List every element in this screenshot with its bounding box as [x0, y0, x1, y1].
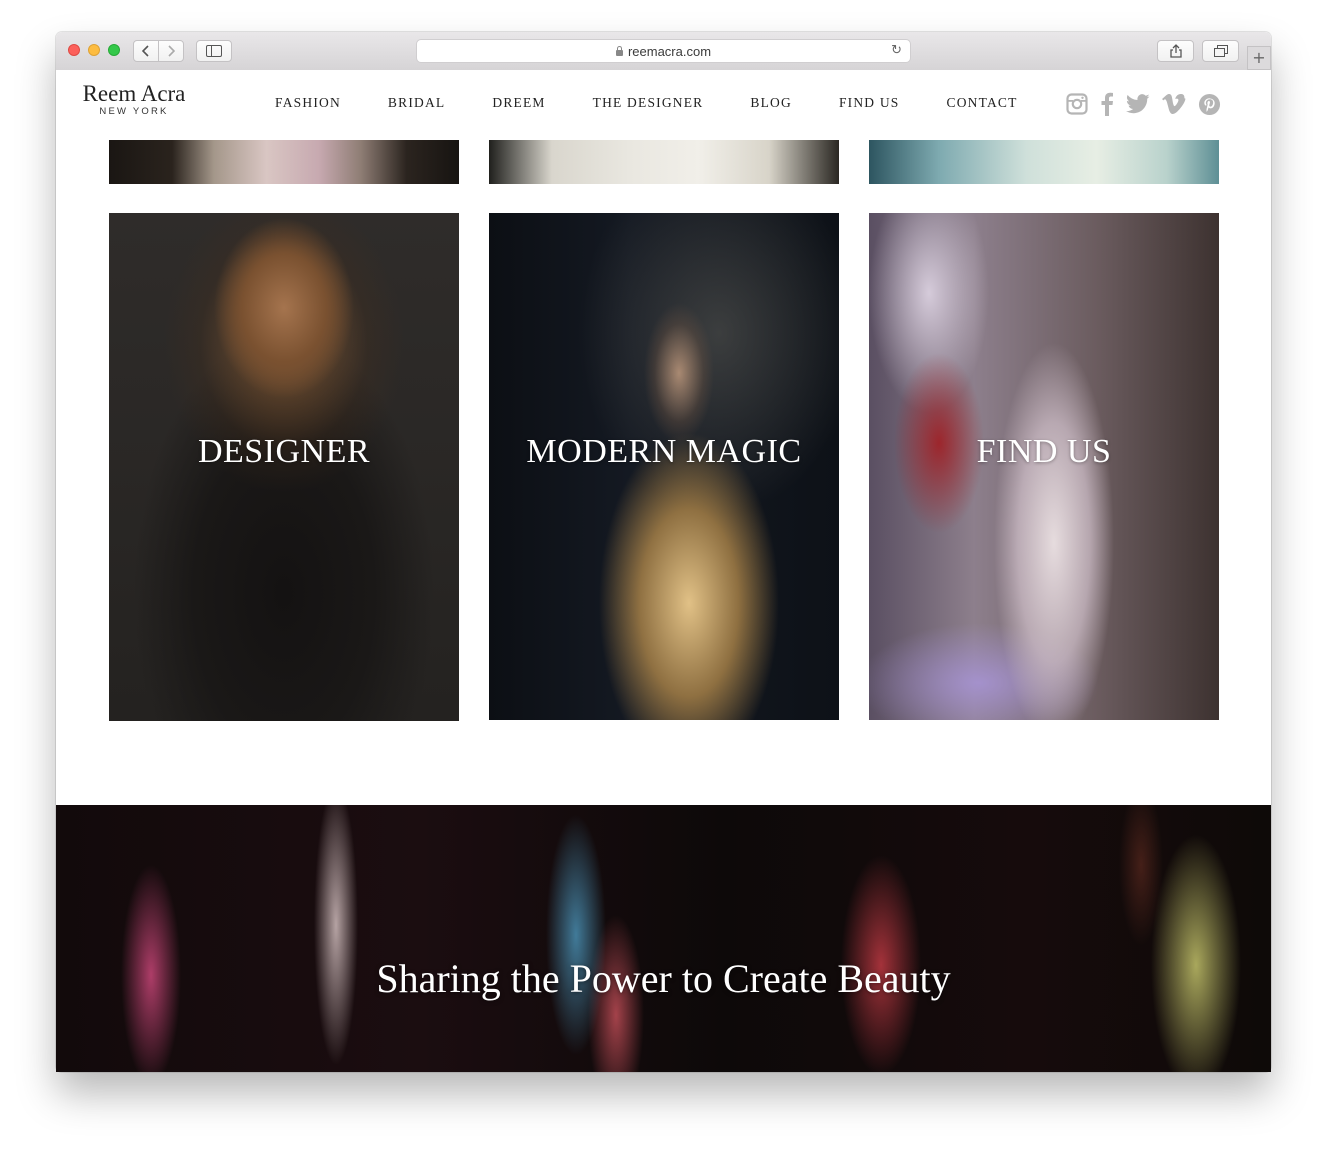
address-url: reemacra.com — [627, 44, 712, 59]
nav-the-designer[interactable]: THE DESIGNER — [593, 95, 704, 111]
find-us-tile[interactable]: FIND US — [869, 213, 1219, 720]
chevron-right-icon — [168, 45, 175, 57]
site-logo[interactable]: Reem Acra NEW YORK — [79, 82, 189, 118]
address-bar[interactable]: reemacra.com ↻ — [416, 39, 911, 63]
sidebar-toggle-button[interactable] — [196, 40, 232, 62]
pinterest-icon[interactable] — [1198, 93, 1221, 116]
lock-icon — [615, 46, 623, 56]
minimize-window-button[interactable] — [88, 44, 100, 56]
designer-tile[interactable]: DESIGNER — [109, 213, 459, 721]
sidebar-icon — [206, 45, 222, 57]
share-icon — [1169, 44, 1182, 58]
site-header: Reem Acra NEW YORK FASHION BRIDAL DREEM … — [56, 70, 1271, 140]
logo-tagline: NEW YORK — [99, 106, 169, 117]
image-tile-top-middle[interactable] — [489, 140, 839, 184]
reload-icon[interactable]: ↻ — [891, 43, 902, 58]
nav-find-us[interactable]: FIND US — [839, 95, 900, 111]
back-button[interactable] — [133, 40, 159, 62]
modern-magic-tile[interactable]: MODERN MAGIC — [489, 213, 839, 720]
zoom-window-button[interactable] — [108, 44, 120, 56]
modern-magic-tile-label: MODERN MAGIC — [526, 433, 802, 470]
vimeo-icon[interactable] — [1162, 94, 1186, 114]
browser-toolbar: reemacra.com ↻ + — [56, 32, 1271, 71]
nav-dreem[interactable]: DREEM — [492, 95, 545, 111]
instagram-icon[interactable] — [1066, 93, 1088, 115]
share-button[interactable] — [1157, 40, 1194, 62]
image-tile-top-left[interactable] — [109, 140, 459, 184]
facebook-icon[interactable] — [1100, 92, 1114, 116]
new-tab-button[interactable]: + — [1247, 46, 1271, 70]
twitter-icon[interactable] — [1126, 94, 1150, 114]
close-window-button[interactable] — [68, 44, 80, 56]
main-nav: FASHION BRIDAL DREEM THE DESIGNER BLOG F… — [275, 95, 1065, 111]
browser-window: reemacra.com ↻ + Reem Acra NEW YORK FASH… — [56, 32, 1271, 1072]
social-links — [1066, 92, 1233, 116]
nav-blog[interactable]: BLOG — [750, 95, 792, 111]
tabs-icon — [1213, 45, 1228, 57]
hero-banner: Sharing the Power to Create Beauty — [56, 805, 1271, 1072]
show-tabs-button[interactable] — [1202, 40, 1239, 62]
designer-tile-label: DESIGNER — [197, 433, 371, 470]
image-tile-top-right[interactable] — [869, 140, 1219, 184]
banner-title: Sharing the Power to Create Beauty — [376, 956, 951, 1001]
nav-contact[interactable]: CONTACT — [947, 95, 1018, 111]
nav-bridal[interactable]: BRIDAL — [388, 95, 445, 111]
nav-fashion[interactable]: FASHION — [275, 95, 341, 111]
find-us-tile-label: FIND US — [976, 433, 1112, 470]
chevron-left-icon — [142, 45, 149, 57]
forward-button[interactable] — [158, 40, 184, 62]
plus-icon: + — [1252, 48, 1266, 67]
logo-name: Reem Acra — [82, 81, 186, 106]
